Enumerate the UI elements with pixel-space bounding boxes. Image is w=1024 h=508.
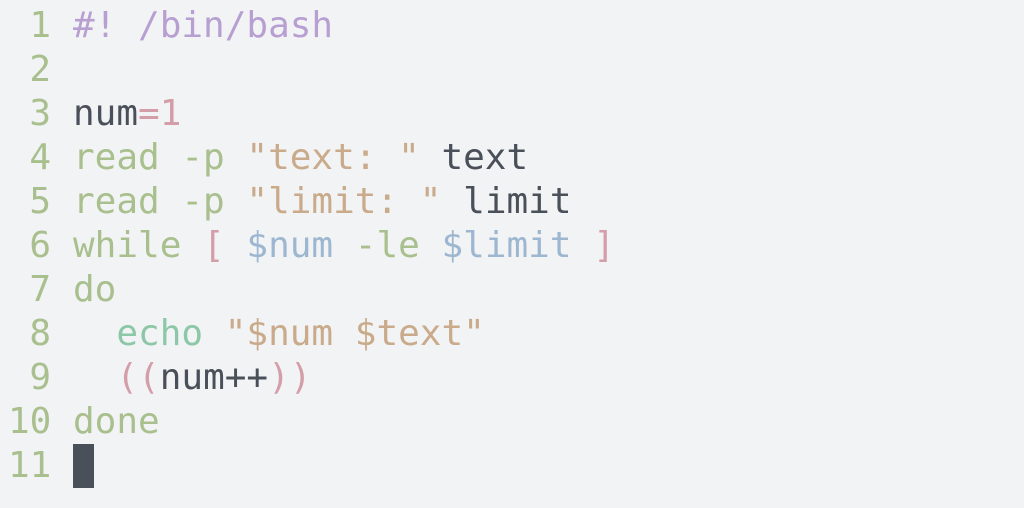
code-token: num [73,93,139,134]
code-line[interactable]: 1 #! /bin/bash [8,4,615,48]
line-number: 5 [29,181,51,222]
code-token: -le [354,225,442,266]
line-code: read -p "limit: " limit [73,180,572,224]
line-number: 6 [29,225,51,266]
code-line[interactable]: 2 [8,48,615,92]
code-token: limit [441,181,572,222]
line-number: 8 [29,313,51,354]
code-token: while [73,225,204,266]
code-token: "$num $text" [224,313,485,354]
code-token: read -p [73,137,247,178]
line-number: 9 [29,357,51,398]
line-code: done [73,400,160,444]
code-token: num++ [159,357,269,398]
line-code [73,444,94,488]
code-line[interactable]: 7 do [8,268,615,312]
line-number: 2 [29,49,51,90]
code-token: do [73,269,117,310]
line-code: num=1 [73,92,181,136]
line-number: 3 [29,93,51,134]
code-token: text [419,137,529,178]
line-number: 10 [8,401,52,442]
code-token: [ [203,225,247,266]
code-line[interactable]: 4 read -p "text: " text [8,136,615,180]
line-number: 11 [8,445,52,486]
code-token: = [138,93,160,134]
line-code: read -p "text: " text [73,136,528,180]
code-lines: 1 #! /bin/bash 2 3 num=1 4 read -p "text: " te… [8,4,615,488]
code-token: echo [116,313,225,354]
code-line[interactable]: 10 done [8,400,615,444]
line-code: while [ $num -le $limit ] [73,224,615,268]
code-editor[interactable]: 1 #! /bin/bash 2 3 num=1 4 read -p "text: " te… [0,0,1024,508]
code-token: $limit [441,225,594,266]
text-cursor [73,444,94,488]
code-line[interactable]: 8 echo "$num $text" [8,312,615,356]
code-line[interactable]: 11 [8,444,615,488]
code-token: "limit: " [246,181,442,222]
code-line[interactable]: 6 while [ $num -le $limit ] [8,224,615,268]
code-token: "text: " [246,137,420,178]
code-token: $num [246,225,355,266]
line-code: #! /bin/bash [73,4,333,48]
code-token: ] [593,225,615,266]
line-number: 4 [29,137,51,178]
line-number: 7 [29,269,51,310]
code-line[interactable]: 5 read -p "limit: " limit [8,180,615,224]
code-token: 1 [159,93,182,134]
code-line[interactable]: 3 num=1 [8,92,615,136]
line-code: echo "$num $text" [73,312,485,356]
code-token: (( [116,357,160,398]
code-token: #! /bin/bash [73,5,334,46]
code-token: read -p [73,181,247,222]
code-token: )) [268,357,312,398]
code-token: done [73,401,160,442]
code-line[interactable]: 9 ((num++)) [8,356,615,400]
line-code: ((num++)) [73,356,311,400]
line-code: do [73,268,116,312]
line-number: 1 [29,5,51,46]
